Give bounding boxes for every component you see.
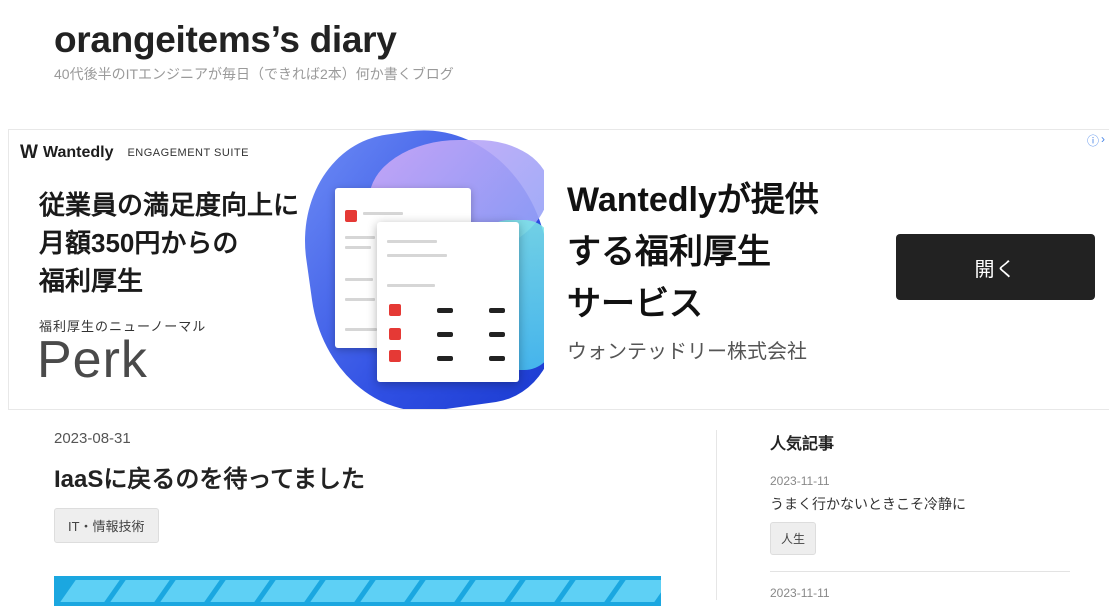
ad-title-line: する福利厚生: [567, 233, 771, 271]
ad-logo: W Wantedly ENGAGEMENT SUITE: [20, 142, 249, 164]
column-divider: [716, 430, 717, 600]
ad-banner[interactable]: W Wantedly ENGAGEMENT SUITE 従業員の満足度向上に 月…: [8, 129, 1109, 410]
app-screenshot-mockup: [377, 222, 519, 382]
ad-headline-line: 月額350円からの: [39, 228, 239, 258]
ad-headline-line: 従業員の満足度向上に: [39, 190, 300, 220]
popular-item-tag[interactable]: 人生: [770, 522, 817, 555]
post-title[interactable]: IaaSに戻るのを待ってました: [54, 459, 662, 494]
post-eyecatch-image: [54, 576, 661, 606]
ad-product-name: Perk: [37, 331, 148, 389]
ad-headline-line: 福利厚生: [39, 266, 144, 296]
ad-title-line: サービス: [567, 285, 703, 323]
sidebar-divider: [770, 571, 1070, 572]
ad-creative[interactable]: W Wantedly ENGAGEMENT SUITE 従業員の満足度向上に 月…: [9, 130, 544, 409]
popular-item-date: 2023-11-11: [770, 586, 830, 600]
ad-logo-suite: ENGAGEMENT SUITE: [127, 147, 249, 159]
ad-title[interactable]: Wantedlyが提供 する福利厚生 サービス: [567, 174, 819, 330]
ad-headline: 従業員の満足度向上に 月額350円からの 福利厚生: [39, 186, 299, 300]
popular-item-title[interactable]: うまく行かないときこそ冷静に: [770, 494, 1070, 514]
category-tag[interactable]: IT・情報技術: [54, 508, 159, 543]
blog-header: orangeitems’s diary 40代後半のITエンジニアが毎日（できれ…: [54, 16, 454, 84]
chevron-right-icon: ›: [1101, 132, 1106, 146]
popular-item-date: 2023-11-11: [770, 474, 830, 488]
blog-title[interactable]: orangeitems’s diary: [54, 16, 454, 64]
main-article: 2023-08-31 IaaSに戻るのを待ってました IT・情報技術: [54, 430, 662, 606]
blog-description: 40代後半のITエンジニアが毎日（できれば2本）何か書くブログ: [54, 66, 454, 82]
sidebar-popular: 人気記事 2023-11-11 うまく行かないときこそ冷静に 人生 2023-1…: [770, 430, 1070, 600]
ad-logo-name: Wantedly: [42, 144, 114, 161]
ad-title-line: Wantedlyが提供: [567, 181, 819, 219]
sidebar-title: 人気記事: [770, 436, 835, 453]
post-date[interactable]: 2023-08-31: [54, 430, 662, 447]
ad-advertiser: ウォンテッドリー株式会社: [567, 341, 807, 363]
wantedly-logo-icon: W: [20, 142, 38, 163]
ad-open-button[interactable]: 開く: [896, 234, 1095, 300]
ad-info-icon[interactable]: ⓘ ›: [1087, 132, 1105, 149]
